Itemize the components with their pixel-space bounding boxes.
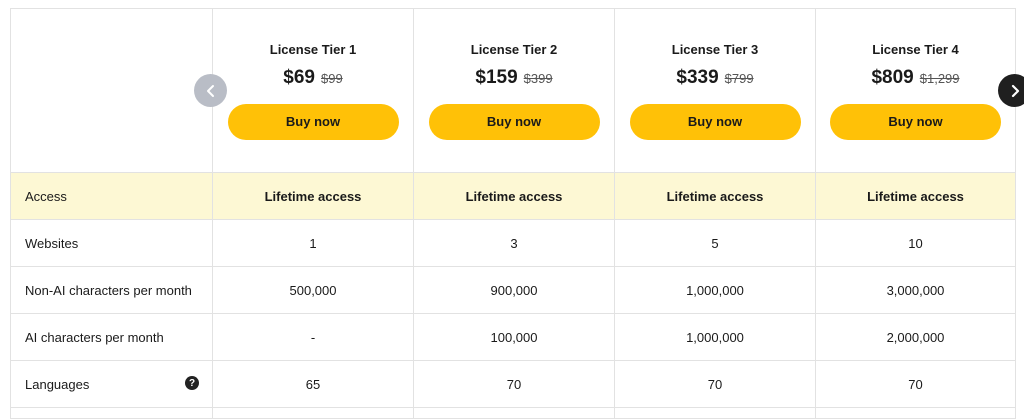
- table-row-ai-characters: AI characters per month - 100,000 1,000,…: [11, 314, 1016, 361]
- cell-value: -: [213, 314, 414, 360]
- cell-value: 3: [414, 220, 615, 266]
- buy-now-button-tier-2[interactable]: Buy now: [428, 103, 600, 140]
- cell-value: 10: [816, 220, 1016, 266]
- row-label: Websites: [11, 220, 213, 266]
- tier-name: License Tier 2: [470, 41, 558, 57]
- tier-header-row: License Tier 1 $69 $99 Buy now License T…: [11, 9, 1016, 173]
- price-line: $809 $1,299: [871, 67, 959, 89]
- price-line: $159 $399: [475, 67, 552, 89]
- row-label: Non-AI characters per month: [11, 267, 213, 313]
- tier-price: $809: [871, 66, 914, 88]
- access-value: Lifetime access: [213, 173, 414, 219]
- price-line: $339 $799: [676, 67, 753, 89]
- pricing-table: License Tier 1 $69 $99 Buy now License T…: [10, 8, 1016, 419]
- cell-value: 100,000: [414, 314, 615, 360]
- cell-value: 70: [816, 361, 1016, 407]
- table-row-partial: [11, 408, 1016, 419]
- buy-now-button-tier-4[interactable]: Buy now: [830, 103, 1001, 140]
- tier-price: $339: [676, 66, 719, 88]
- cell-value: 70: [414, 361, 615, 407]
- pricing-table-container: License Tier 1 $69 $99 Buy now License T…: [10, 8, 1016, 419]
- cell-value: 1,000,000: [615, 314, 816, 360]
- header-empty-cell: [11, 9, 213, 172]
- cell-value: 5: [615, 220, 816, 266]
- tier-column-4: License Tier 4 $809 $1,299 Buy now: [816, 9, 1016, 172]
- buy-now-button-tier-1[interactable]: Buy now: [227, 103, 399, 140]
- chevron-right-icon: [1011, 84, 1019, 97]
- cell-value: 2,000,000: [816, 314, 1016, 360]
- chevron-left-icon: [206, 84, 214, 97]
- tier-name: License Tier 4: [872, 41, 959, 57]
- tier-old-price: $1,299: [919, 70, 960, 86]
- cell-value: 1,000,000: [615, 267, 816, 313]
- tier-name: License Tier 3: [671, 41, 759, 57]
- tier-column-1: License Tier 1 $69 $99 Buy now: [213, 9, 414, 172]
- price-line: $69 $99: [283, 67, 342, 89]
- buy-now-button-tier-3[interactable]: Buy now: [629, 103, 801, 140]
- access-row: Access Lifetime access Lifetime access L…: [11, 173, 1016, 220]
- cell-value: 65: [213, 361, 414, 407]
- carousel-prev-button[interactable]: [194, 74, 227, 107]
- tier-column-3: License Tier 3 $339 $799 Buy now: [615, 9, 816, 172]
- access-value: Lifetime access: [414, 173, 615, 219]
- table-row-non-ai-characters: Non-AI characters per month 500,000 900,…: [11, 267, 1016, 314]
- cell-value: 1: [213, 220, 414, 266]
- tier-name: License Tier 1: [269, 41, 357, 57]
- tier-price: $69: [283, 66, 315, 88]
- cell-value: 900,000: [414, 267, 615, 313]
- cell-value: 70: [615, 361, 816, 407]
- tier-column-2: License Tier 2 $159 $399 Buy now: [414, 9, 615, 172]
- row-label: Access: [11, 173, 213, 219]
- tier-old-price: $99: [321, 70, 343, 86]
- row-label: Languages: [25, 376, 90, 392]
- table-row-languages: Languages ? 65 70 70 70: [11, 361, 1016, 408]
- tier-old-price: $399: [523, 70, 553, 86]
- carousel-next-button[interactable]: [998, 74, 1024, 107]
- tier-price: $159: [475, 66, 518, 88]
- cell-value: 500,000: [213, 267, 414, 313]
- help-icon[interactable]: ?: [185, 376, 199, 390]
- table-row-websites: Websites 1 3 5 10: [11, 220, 1016, 267]
- access-value: Lifetime access: [816, 173, 1016, 219]
- cell-value: 3,000,000: [816, 267, 1016, 313]
- row-label-cell: Languages ?: [11, 361, 213, 407]
- access-value: Lifetime access: [615, 173, 816, 219]
- row-label: AI characters per month: [11, 314, 213, 360]
- tier-old-price: $799: [724, 70, 754, 86]
